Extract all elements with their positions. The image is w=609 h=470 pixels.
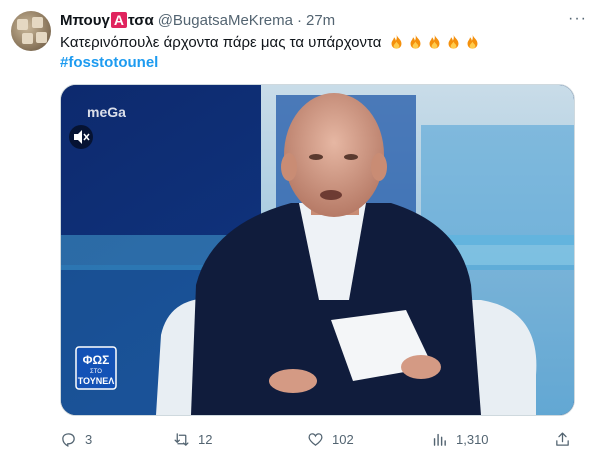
tweet-media-image[interactable]: meGa ΦΩΣ ΣΤΟ ΤΟΥΝΕΛ [60, 84, 575, 416]
fire-emoji-icon [391, 34, 402, 49]
display-name-badge: Α [110, 11, 127, 28]
avatar-pattern [36, 32, 47, 43]
show-logo-line1: ΦΩΣ [83, 353, 110, 367]
reply-count: 3 [85, 431, 93, 447]
channel-logo: meGa [87, 104, 126, 120]
tweet-text-body: Κατερινόπουλε άρχοντα πάρε μας τα υπάρχο… [60, 34, 382, 51]
show-logo-line3: ΤΟΥΝΕΛ [78, 376, 115, 386]
avatar-pattern [22, 33, 33, 44]
action-bar: 3 12 102 1,310 [60, 428, 573, 450]
tweet[interactable]: Μπουγ Ατσα @BugatsaMeKrema · 27m ··· Κατε… [0, 0, 609, 470]
more-options-icon[interactable]: ··· [568, 10, 587, 28]
fire-emoji-icon [429, 34, 440, 49]
views-button[interactable]: 1,310 [431, 428, 489, 450]
heart-icon [308, 432, 323, 446]
show-logo: ΦΩΣ ΣΤΟ ΤΟΥΝΕΛ [75, 346, 117, 390]
like-button[interactable]: 102 [307, 428, 354, 450]
views-count: 1,310 [456, 431, 489, 447]
avatar-pattern [32, 17, 43, 28]
show-logo-line2: ΣΤΟ [90, 369, 102, 375]
share-button[interactable] [554, 428, 579, 450]
display-name[interactable]: Μπουγ Ατσα [60, 11, 154, 29]
speaker-mute-icon[interactable] [69, 125, 93, 149]
timestamp[interactable]: 27m [306, 12, 335, 29]
avatar[interactable] [11, 11, 51, 51]
fire-emoji-icon [410, 34, 421, 49]
analytics-icon [433, 433, 446, 446]
reply-button[interactable]: 3 [60, 428, 92, 450]
share-icon [556, 431, 569, 446]
reply-icon [62, 432, 75, 447]
retweet-button[interactable]: 12 [173, 428, 212, 450]
emoji-row [386, 34, 481, 51]
retweet-icon [174, 432, 189, 446]
hashtag-link[interactable]: #fosstotounel [60, 53, 158, 73]
separator-dot: · [297, 11, 302, 29]
tweet-text: Κατερινόπουλε άρχοντα πάρε μας τα υπάρχο… [60, 33, 481, 53]
tweet-header: Μπουγ Ατσα @BugatsaMeKrema · 27m [60, 10, 335, 30]
tv-screenshot: meGa ΦΩΣ ΣΤΟ ΤΟΥΝΕΛ [61, 85, 574, 415]
fire-emoji-icon [448, 34, 459, 49]
retweet-count: 12 [198, 431, 213, 447]
user-handle[interactable]: @BugatsaMeKrema [158, 12, 293, 29]
avatar-pattern [17, 19, 28, 30]
like-count: 102 [332, 431, 354, 447]
fire-emoji-icon [467, 34, 478, 49]
